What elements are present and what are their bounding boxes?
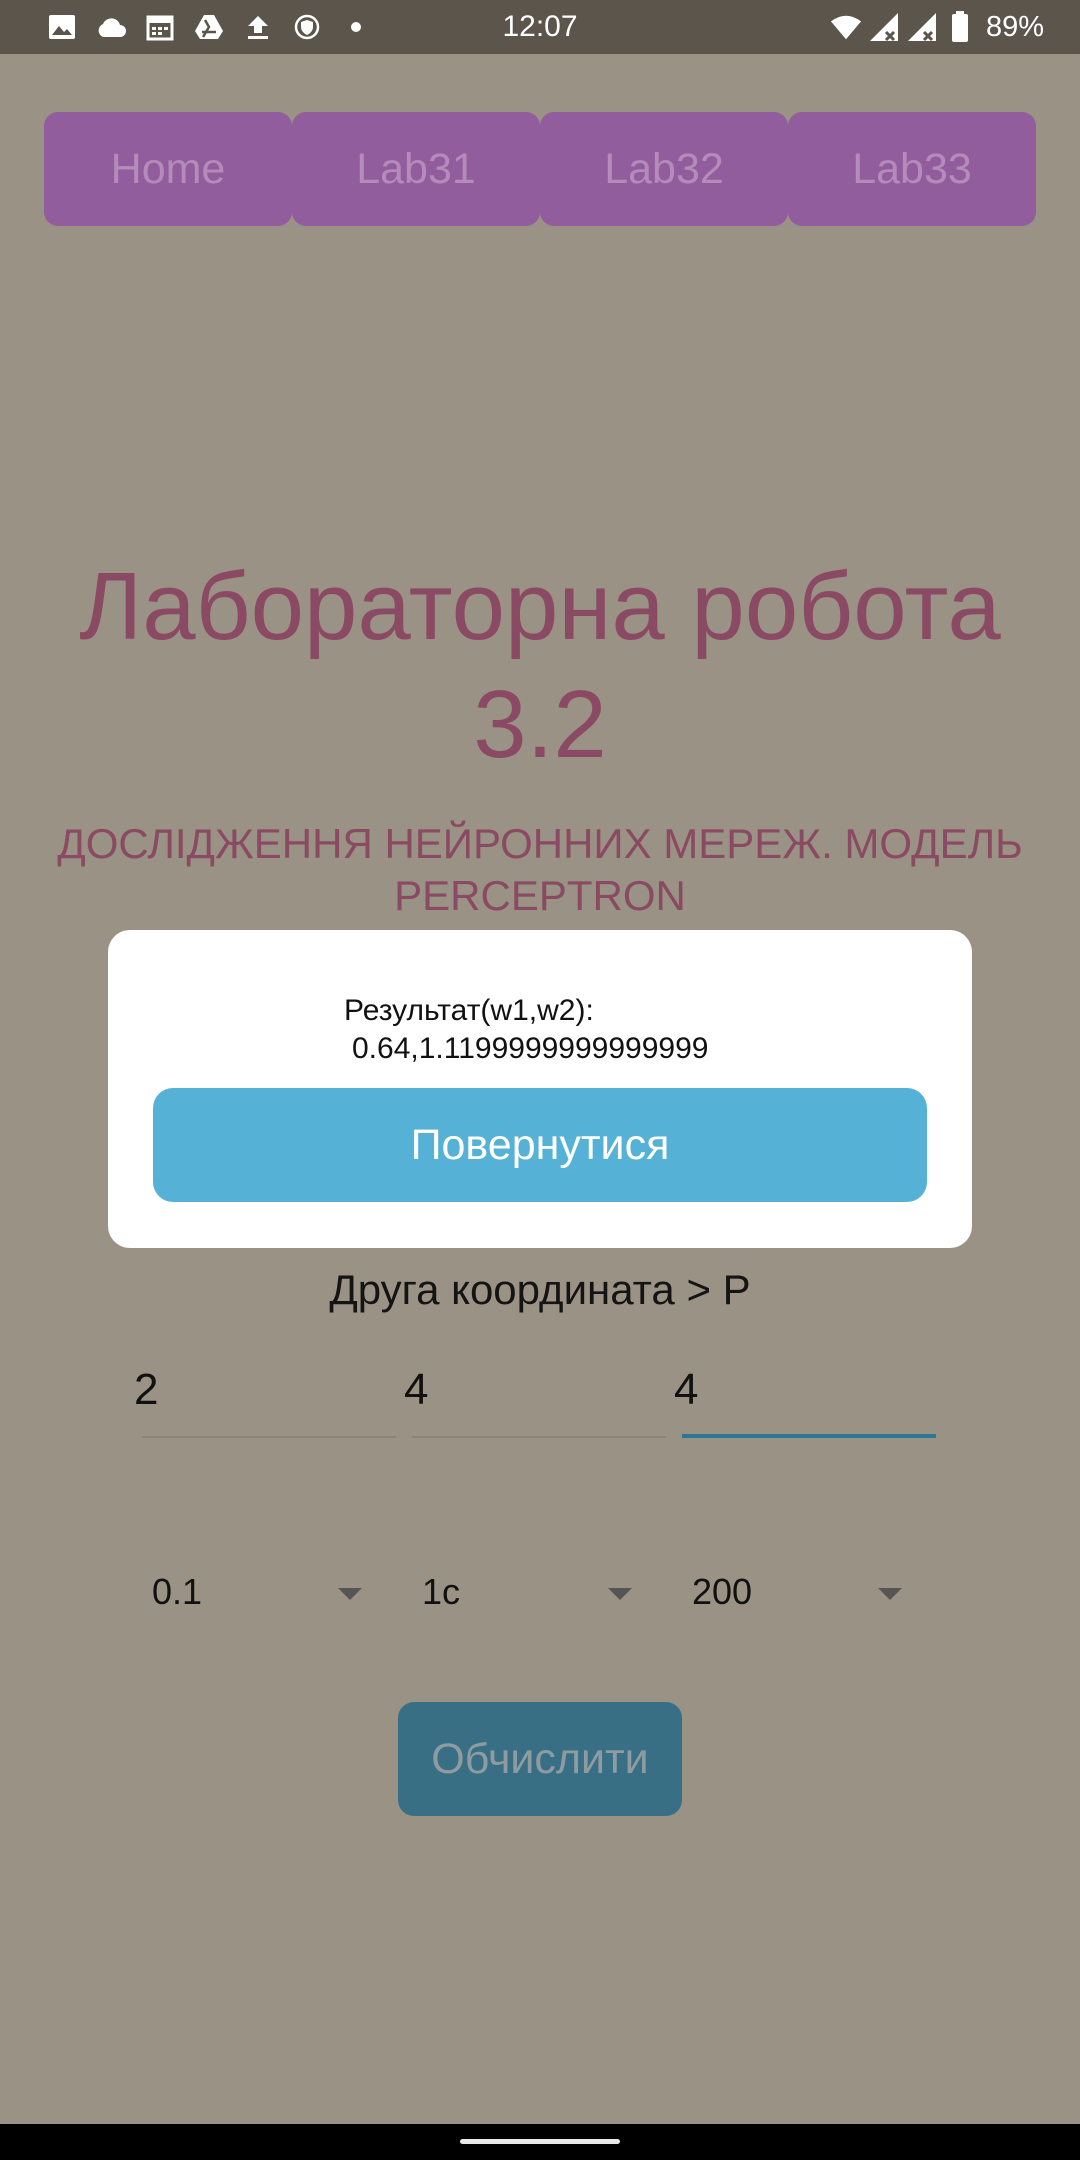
chevron-down-icon xyxy=(878,1588,902,1600)
input-underline xyxy=(142,1436,396,1438)
input-underline-focused xyxy=(682,1434,936,1438)
page-subtitle-line1: ДОСЛІДЖЕННЯ НЕЙРОННИХ МЕРЕЖ. МОДЕЛЬ xyxy=(57,820,1023,867)
input-field-3-value: 4 xyxy=(674,1365,699,1414)
result-dialog: Результат(w1,w2): 0.64,1.1199999999999999… xyxy=(108,930,972,1248)
nav-lab31-button[interactable]: Lab31 xyxy=(292,112,540,226)
chevron-down-icon xyxy=(608,1588,632,1600)
nav-lab32-button[interactable]: Lab32 xyxy=(540,112,788,226)
input-field-1-value: 2 xyxy=(134,1365,159,1414)
system-nav-bar xyxy=(0,2124,1080,2160)
select-learning-rate[interactable]: 0.1 xyxy=(152,1562,364,1622)
battery-icon xyxy=(944,11,976,42)
page-subtitle: ДОСЛІДЖЕННЯ НЕЙРОННИХ МЕРЕЖ. МОДЕЛЬ PERC… xyxy=(30,818,1050,922)
input-field-3[interactable]: 4 xyxy=(674,1360,936,1438)
signal-icon xyxy=(868,12,900,42)
compute-button[interactable]: Обчислити xyxy=(398,1702,682,1816)
select-time[interactable]: 1с xyxy=(422,1562,634,1622)
page-subtitle-line2: PERCEPTRON xyxy=(394,872,686,919)
signal-icon xyxy=(906,12,938,42)
coordinate-label: Друга координата > P xyxy=(329,1266,751,1313)
select-time-value: 1с xyxy=(422,1571,461,1612)
select-iterations-value: 200 xyxy=(692,1571,753,1612)
status-bar: 12:07 89% xyxy=(0,0,1080,54)
battery-percent: 89% xyxy=(985,11,1044,43)
select-iterations[interactable]: 200 xyxy=(692,1562,904,1622)
page-title-line1: Лабораторна робота xyxy=(79,553,1001,660)
input-field-2[interactable]: 4 xyxy=(404,1360,666,1438)
status-right-icons: 89% xyxy=(830,10,1044,44)
select-learning-rate-value: 0.1 xyxy=(152,1571,203,1612)
result-label: Результат(w1,w2): xyxy=(344,994,594,1027)
wifi-icon xyxy=(830,12,862,42)
page-title: Лабораторна робота 3.2 xyxy=(0,548,1080,784)
nav-home-button[interactable]: Home xyxy=(44,112,292,226)
nav-lab33-button[interactable]: Lab33 xyxy=(788,112,1036,226)
page-title-line2: 3.2 xyxy=(473,671,607,778)
result-value: 0.64,1.1199999999999999 xyxy=(352,1032,709,1065)
result-text: Результат(w1,w2): 0.64,1.1199999999999999 xyxy=(344,992,708,1068)
chevron-down-icon xyxy=(338,1588,362,1600)
back-button[interactable]: Повернутися xyxy=(153,1088,927,1202)
input-field-1[interactable]: 2 xyxy=(134,1360,396,1438)
input-field-2-value: 4 xyxy=(404,1365,429,1414)
nav-bar: Home Lab31 Lab32 Lab33 xyxy=(44,112,1036,228)
input-underline xyxy=(412,1436,666,1438)
home-gesture-handle[interactable] xyxy=(460,2139,620,2144)
